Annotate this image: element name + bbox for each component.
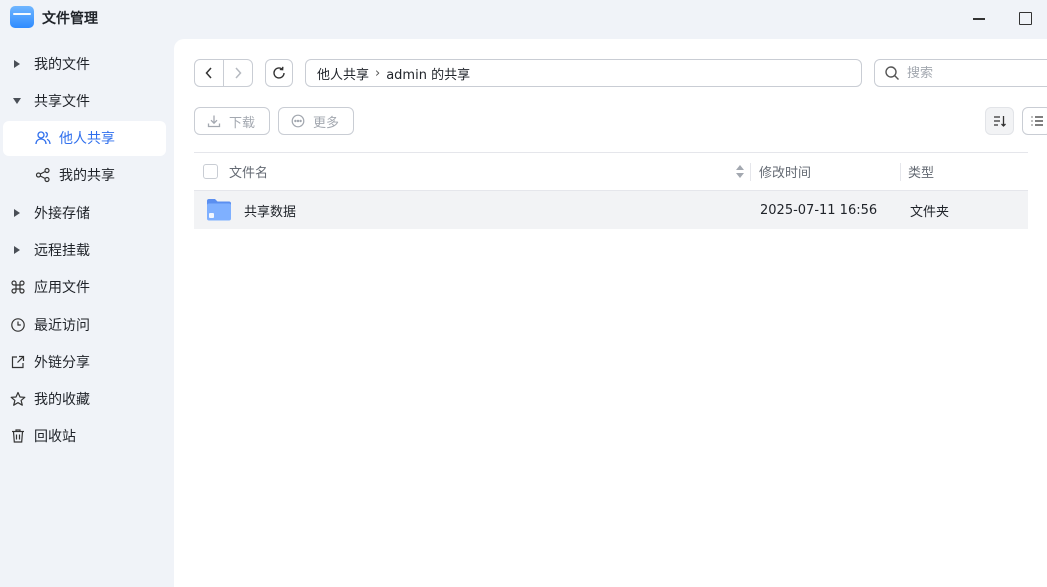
sidebar-item-trash[interactable]: 回收站	[0, 419, 174, 454]
sort-icon	[993, 116, 1006, 127]
sidebar-item-favorites[interactable]: 我的收藏	[0, 382, 174, 417]
sidebar-item-app-files[interactable]: 应用文件	[0, 270, 174, 305]
main-panel: 他人共享 › admin 的共享 下载 更多	[174, 39, 1047, 587]
file-modified: 2025-07-11 16:56	[760, 202, 878, 218]
clock-icon	[10, 317, 26, 333]
sidebar-item-my-files[interactable]: 我的文件	[0, 46, 174, 81]
forward-button[interactable]	[223, 60, 252, 86]
external-share-icon	[10, 354, 26, 370]
caret-down-icon	[12, 96, 22, 106]
chevron-right-icon	[235, 67, 242, 79]
refresh-icon	[273, 66, 285, 79]
share-nodes-icon	[35, 167, 51, 183]
search-box[interactable]	[874, 59, 1047, 87]
file-table: 文件名 修改时间 类型 共享数据 2025-07-11 16:56 文件夹	[194, 152, 1028, 229]
trash-icon	[10, 428, 26, 444]
file-name: 共享数据	[244, 204, 297, 220]
column-header-modified[interactable]: 修改时间	[759, 162, 811, 181]
table-header: 文件名 修改时间 类型	[194, 152, 1028, 191]
caret-right-icon	[12, 208, 22, 218]
table-row[interactable]: 共享数据 2025-07-11 16:56 文件夹	[194, 191, 1028, 229]
star-icon	[10, 391, 26, 407]
select-all-checkbox[interactable]	[203, 164, 218, 179]
sort-arrows-icon[interactable]	[736, 165, 744, 179]
file-type: 文件夹	[910, 204, 950, 220]
sidebar: 我的文件 共享文件 他人共享 我的共享 外接存储 远程挂载 应用文件 最近访问 …	[0, 46, 174, 456]
search-icon	[885, 66, 899, 80]
users-icon	[35, 130, 51, 146]
refresh-button[interactable]	[265, 59, 293, 87]
more-icon	[291, 114, 305, 128]
sidebar-item-shared-with-me[interactable]: 他人共享	[3, 120, 166, 156]
file-manager-logo-icon	[10, 6, 34, 28]
minimize-button[interactable]	[969, 8, 989, 28]
column-divider[interactable]	[900, 163, 901, 181]
sidebar-item-link-share[interactable]: 外链分享	[0, 344, 174, 379]
sidebar-item-shared-files[interactable]: 共享文件	[0, 83, 174, 118]
breadcrumb-item-admin-share[interactable]: admin 的共享	[386, 64, 470, 83]
breadcrumb-separator-icon: ›	[375, 65, 381, 81]
maximize-button[interactable]	[1014, 8, 1034, 28]
folder-icon	[206, 198, 232, 222]
title-bar: 文件管理	[0, 0, 1047, 36]
breadcrumb[interactable]: 他人共享 › admin 的共享	[305, 59, 862, 87]
download-icon	[207, 114, 221, 128]
back-button[interactable]	[195, 60, 223, 86]
list-view-button[interactable]	[1022, 107, 1047, 135]
more-button[interactable]: 更多	[278, 107, 354, 135]
caret-right-icon	[12, 245, 22, 255]
column-header-type[interactable]: 类型	[908, 162, 934, 181]
list-view-icon	[1031, 116, 1043, 126]
sidebar-item-recent[interactable]: 最近访问	[0, 307, 174, 342]
search-input[interactable]	[907, 65, 1027, 81]
column-divider[interactable]	[750, 163, 751, 181]
sidebar-item-my-shares[interactable]: 我的共享	[0, 158, 174, 193]
app-title: 文件管理	[42, 11, 98, 27]
download-button[interactable]: 下载	[194, 107, 270, 135]
command-icon	[10, 279, 26, 295]
sidebar-item-external-storage[interactable]: 外接存储	[0, 195, 174, 230]
chevron-left-icon	[205, 67, 212, 79]
breadcrumb-item-shared-with-me[interactable]: 他人共享	[317, 64, 369, 83]
history-nav	[194, 59, 253, 87]
caret-right-icon	[12, 59, 22, 69]
sidebar-item-remote-mount[interactable]: 远程挂载	[0, 232, 174, 267]
sort-button[interactable]	[985, 107, 1014, 135]
column-header-name[interactable]: 文件名	[229, 162, 268, 181]
